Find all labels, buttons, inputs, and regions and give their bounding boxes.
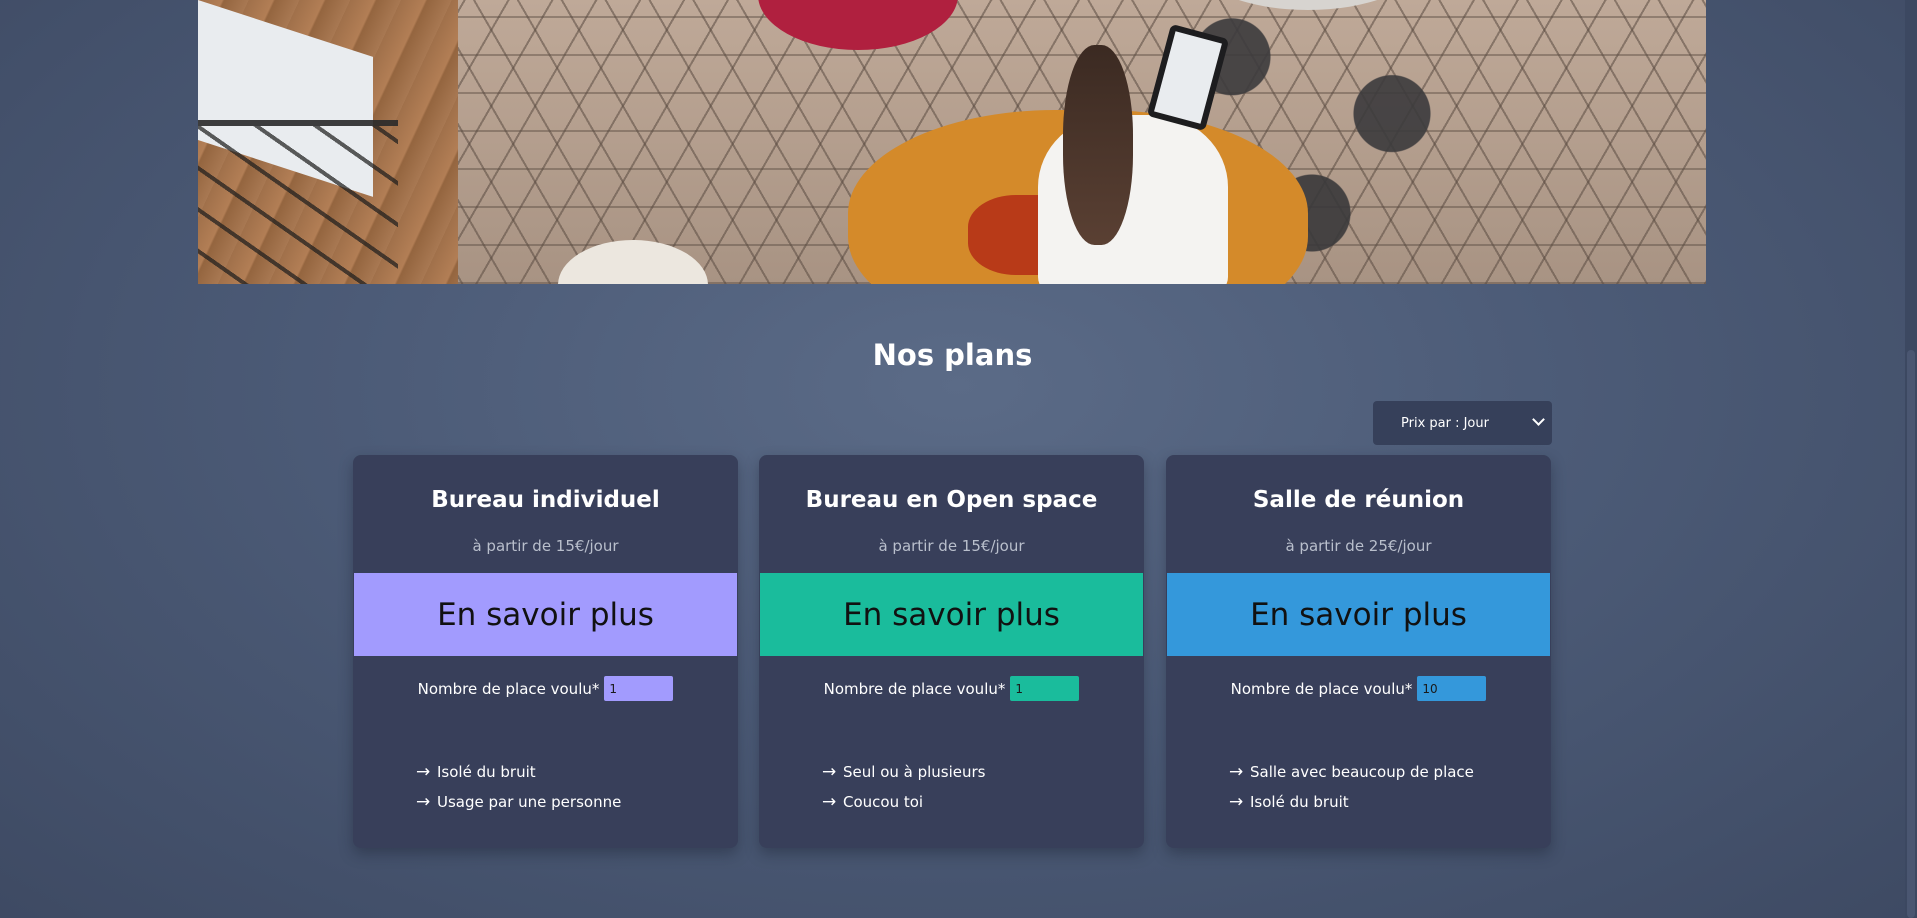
plan-price: à partir de 15€/jour [472, 537, 619, 555]
seat-count-input[interactable] [1417, 676, 1487, 701]
plan-card-bureau-open-space: Bureau en Open space à partir de 15€/jou… [759, 455, 1144, 848]
hero-white-seat [558, 240, 708, 284]
chevron-down-icon [1532, 413, 1545, 426]
feature-item: → Isolé du bruit [1229, 787, 1474, 817]
hero-person-hair [1063, 45, 1133, 245]
arrow-right-icon: → [416, 761, 431, 782]
plan-title: Salle de réunion [1252, 487, 1465, 513]
feature-text: Isolé du bruit [1250, 793, 1349, 811]
plan-features: → Salle avec beaucoup de place → Isolé d… [1229, 757, 1474, 817]
arrow-right-icon: → [1229, 761, 1244, 782]
scrollbar-thumb[interactable] [1907, 350, 1915, 918]
seat-count-row: Nombre de place voulu* [759, 676, 1144, 701]
feature-text: Coucou toi [843, 793, 924, 811]
feature-item: → Usage par une personne [416, 787, 621, 817]
arrow-right-icon: → [822, 791, 837, 812]
seat-count-label: Nombre de place voulu* [823, 679, 1006, 698]
plan-price: à partir de 15€/jour [878, 537, 1025, 555]
seat-count-label: Nombre de place voulu* [1230, 679, 1413, 698]
arrow-right-icon: → [416, 791, 431, 812]
page-scrollbar[interactable] [1905, 0, 1917, 918]
arrow-right-icon: → [1229, 791, 1244, 812]
plan-title: Bureau individuel [431, 487, 660, 513]
hero-stair-rail [198, 120, 398, 284]
seat-count-input[interactable] [1010, 676, 1080, 701]
price-period-select[interactable]: Prix par : Jour [1373, 401, 1552, 445]
plan-card-bureau-individuel: Bureau individuel à partir de 15€/jour E… [353, 455, 738, 848]
feature-text: Salle avec beaucoup de place [1250, 763, 1474, 781]
feature-text: Isolé du bruit [437, 763, 536, 781]
feature-text: Seul ou à plusieurs [843, 763, 986, 781]
seat-count-label: Nombre de place voulu* [417, 679, 600, 698]
plans-title: Nos plans [872, 338, 1033, 372]
hero-person [1018, 23, 1258, 284]
plan-card-salle-de-reunion: Salle de réunion à partir de 25€/jour En… [1166, 455, 1551, 848]
plan-title: Bureau en Open space [805, 487, 1098, 513]
feature-item: → Isolé du bruit [416, 757, 621, 787]
learn-more-button[interactable]: En savoir plus [1167, 573, 1550, 656]
learn-more-button[interactable]: En savoir plus [760, 573, 1143, 656]
arrow-right-icon: → [822, 761, 837, 782]
plan-features: → Seul ou à plusieurs → Coucou toi [822, 757, 986, 817]
seat-count-row: Nombre de place voulu* [353, 676, 738, 701]
hero-red-chair [758, 0, 958, 50]
seat-count-row: Nombre de place voulu* [1166, 676, 1551, 701]
price-period-selected: Prix par : Jour [1401, 415, 1489, 431]
feature-text: Usage par une personne [437, 793, 622, 811]
seat-count-input[interactable] [604, 676, 674, 701]
feature-item: → Salle avec beaucoup de place [1229, 757, 1474, 787]
plan-features: → Isolé du bruit → Usage par une personn… [416, 757, 621, 817]
learn-more-button[interactable]: En savoir plus [354, 573, 737, 656]
plan-price: à partir de 25€/jour [1285, 537, 1432, 555]
feature-item: → Coucou toi [822, 787, 986, 817]
plans-cards: Bureau individuel à partir de 15€/jour E… [353, 455, 1551, 848]
hero-image [198, 0, 1706, 284]
feature-item: → Seul ou à plusieurs [822, 757, 986, 787]
